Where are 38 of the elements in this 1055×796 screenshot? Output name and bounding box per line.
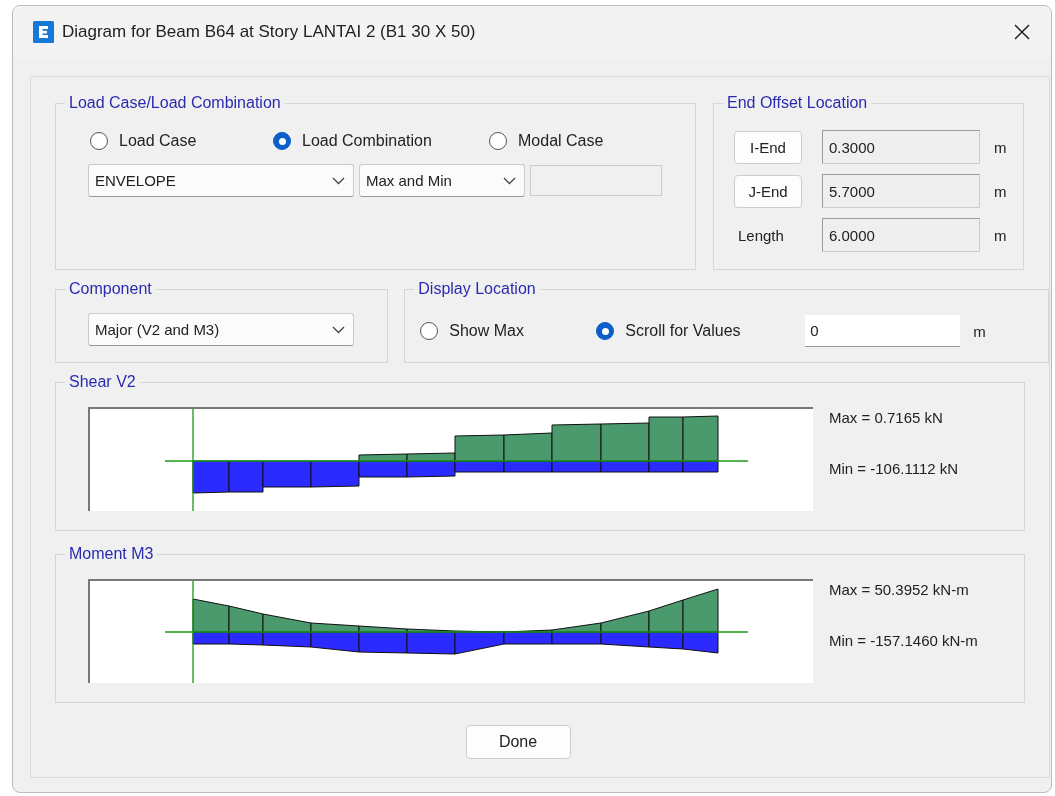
min-value: Min = -157.1460 kN-m xyxy=(829,632,978,649)
unit-label: m xyxy=(993,138,1008,156)
max-value: Max = 0.7165 kN xyxy=(829,409,944,426)
radio-button[interactable] xyxy=(273,132,291,150)
field-label: Length xyxy=(737,226,785,244)
window-title: Diagram for Beam B64 at Story LANTAI 2 (B1 30 X 50) xyxy=(62,22,477,42)
dropdown[interactable]: Major (V2 and M3) xyxy=(88,313,354,346)
radio-label: Scroll for Values xyxy=(625,322,741,340)
radio-label: Load Combination xyxy=(302,132,432,150)
radio-button[interactable] xyxy=(596,322,615,340)
end-button[interactable]: J-End xyxy=(734,174,802,208)
radio-label: Show Max xyxy=(449,322,524,340)
radio-button[interactable] xyxy=(489,132,507,150)
close-icon xyxy=(1014,24,1030,40)
app-logo-icon xyxy=(33,21,54,43)
radio-label: Load Case xyxy=(119,132,197,150)
dropdown[interactable]: Max and Min xyxy=(359,164,525,197)
radio-button[interactable] xyxy=(420,322,439,340)
value-field[interactable]: 6.0000 xyxy=(822,218,980,252)
group-title: Display Location xyxy=(414,279,540,299)
radio-button[interactable] xyxy=(90,132,108,150)
group-title: Component xyxy=(65,279,156,299)
chevron-down-icon xyxy=(332,176,345,185)
end-button[interactable]: I-End xyxy=(734,130,802,164)
chevron-down-icon xyxy=(503,176,516,185)
chevron-down-icon xyxy=(332,325,345,334)
unit-label: m xyxy=(993,182,1008,200)
radio-label: Modal Case xyxy=(518,132,604,150)
done-button[interactable]: Done xyxy=(465,725,571,759)
value-field[interactable]: 5.7000 xyxy=(822,174,980,208)
min-value: Min = -106.1112 kN xyxy=(829,460,959,477)
text-field[interactable] xyxy=(530,165,662,196)
max-value: Max = 50.3952 kN-m xyxy=(829,581,970,598)
unit-label: m xyxy=(993,226,1008,244)
dropdown[interactable]: ENVELOPE xyxy=(88,164,354,197)
value-field[interactable]: 0.3000 xyxy=(822,130,980,164)
unit-label: m xyxy=(972,322,986,340)
location-field[interactable]: 0 xyxy=(805,315,961,347)
